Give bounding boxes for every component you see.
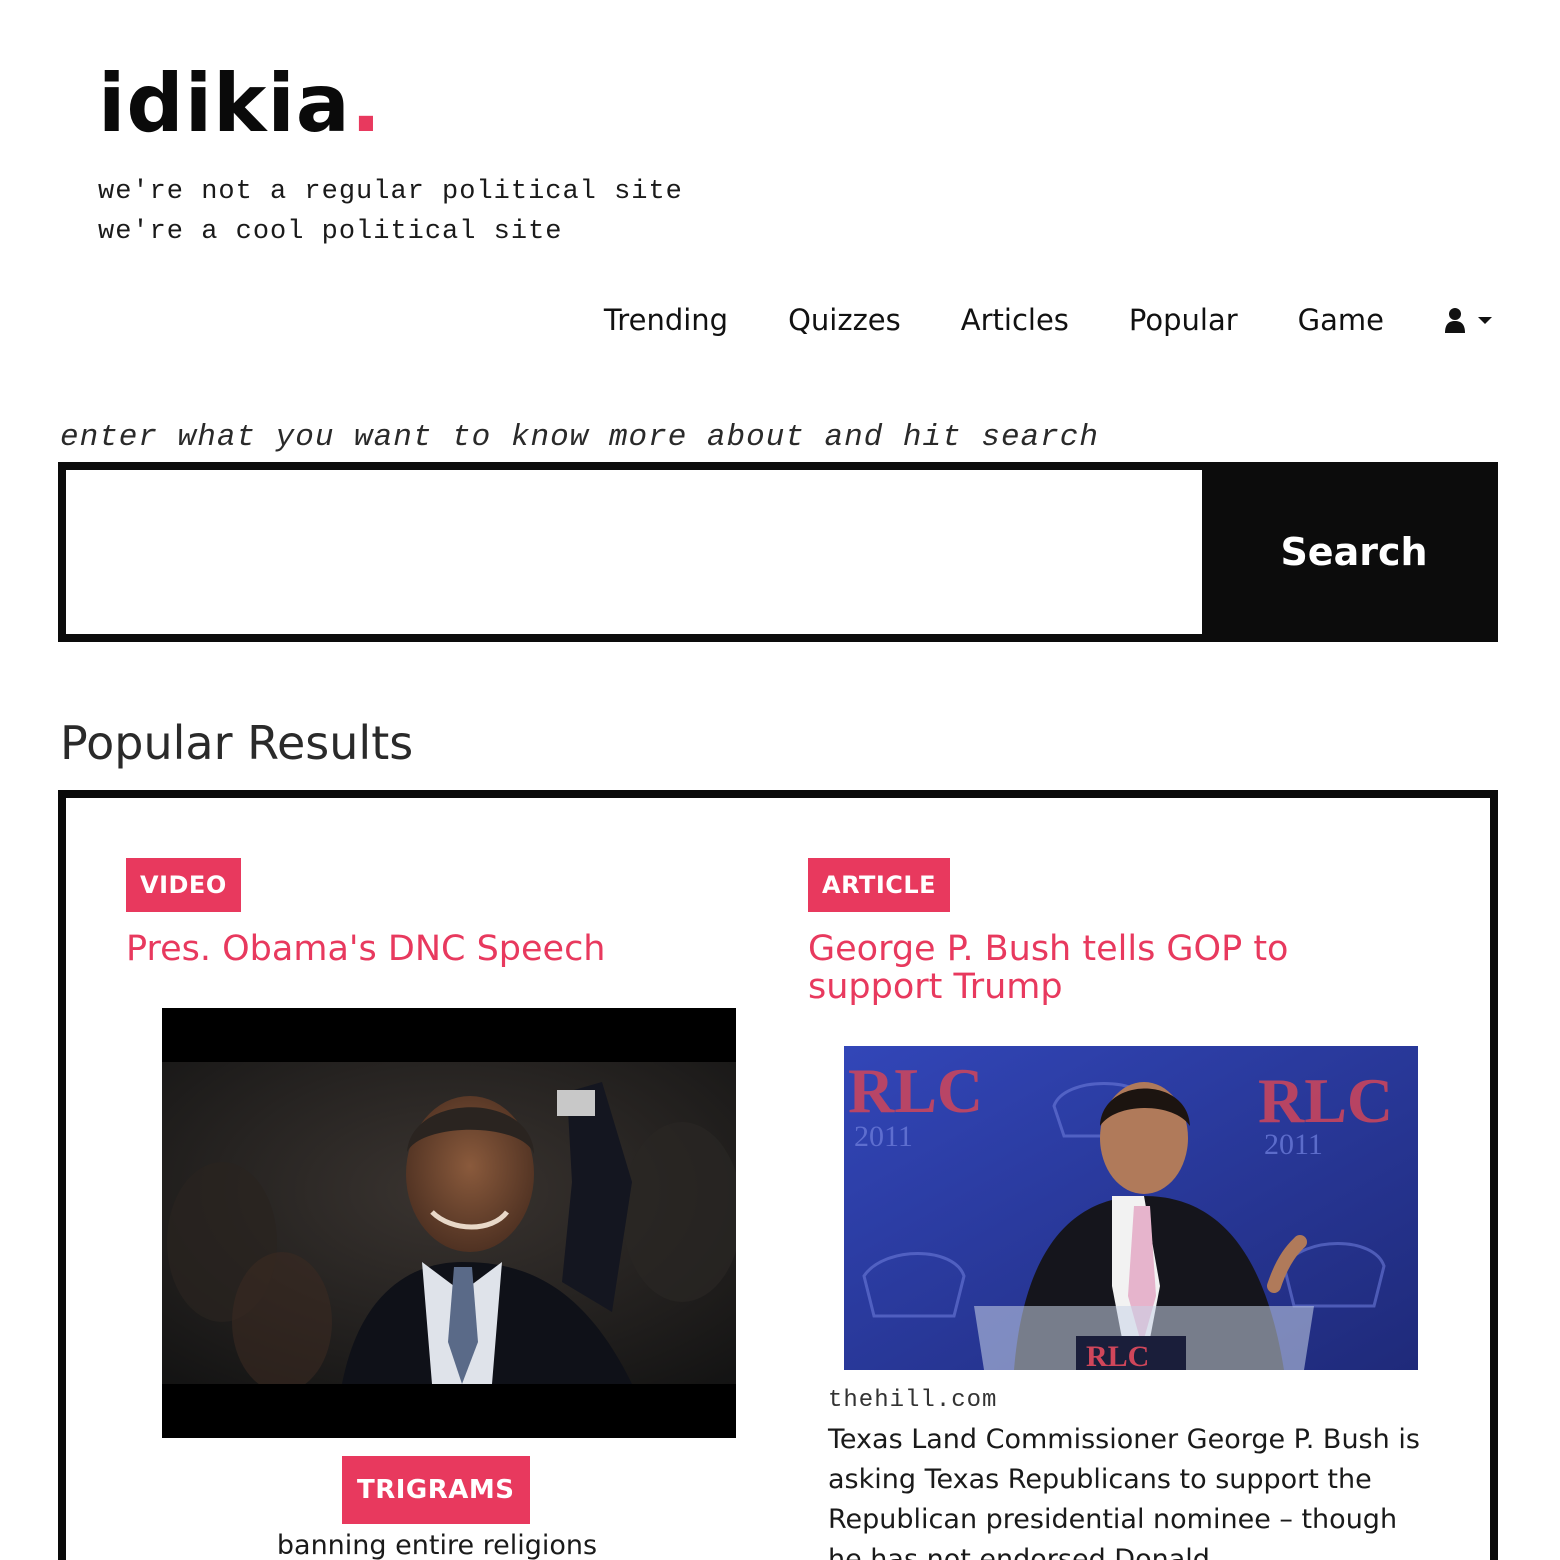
user-icon (1445, 308, 1465, 333)
trigram-badge[interactable]: TRIGRAMS (342, 1456, 530, 1524)
svg-text:RLC: RLC (1086, 1340, 1149, 1370)
user-menu-button[interactable] (1444, 307, 1498, 333)
main-nav: Trending Quizzes Articles Popular Game (544, 296, 1498, 344)
logo-text: idikia (98, 57, 351, 150)
article-photo[interactable]: RLC 2011 RLC 2011 RLC (844, 1046, 1418, 1370)
article-source[interactable]: thehill.com (828, 1386, 997, 1416)
svg-text:2011: 2011 (854, 1120, 913, 1153)
svg-text:RLC: RLC (848, 1055, 983, 1126)
svg-text:2011: 2011 (1264, 1128, 1323, 1161)
nav-item-articles[interactable]: Articles (961, 296, 1069, 344)
article-excerpt: Texas Land Commissioner George P. Bush i… (828, 1424, 1420, 1560)
search-hint: enter what you want to know more about a… (60, 420, 1099, 455)
card-title-link[interactable]: George P. Bush tells GOP to support Trum… (808, 930, 1428, 1006)
site-logo[interactable]: idikia. (98, 56, 382, 152)
card-title-link[interactable]: Pres. Obama's DNC Speech (126, 930, 606, 968)
trigram-text: banning entire religions (276, 1530, 598, 1560)
article-photo-image: RLC 2011 RLC 2011 RLC (844, 1046, 1418, 1370)
nav-item-quizzes[interactable]: Quizzes (788, 296, 901, 344)
tagline-line-1: we're not a regular political site (98, 177, 683, 207)
tagline: we're not a regular political site we're… (98, 172, 683, 252)
nav-item-game[interactable]: Game (1298, 296, 1384, 344)
caret-down-icon (1478, 317, 1492, 324)
section-title: Popular Results (60, 716, 414, 770)
search-form: Search (58, 462, 1498, 642)
results-panel: VIDEO Pres. Obama's DNC Speech TRIGRAMS … (58, 790, 1498, 1560)
card-type-badge: VIDEO (126, 858, 241, 912)
nav-item-trending[interactable]: Trending (604, 296, 728, 344)
card-type-badge: ARTICLE (808, 858, 951, 912)
search-button[interactable]: Search (1224, 476, 1484, 628)
tagline-line-2: we're a cool political site (98, 217, 563, 247)
search-input[interactable] (66, 470, 1202, 634)
video-thumbnail[interactable] (162, 1008, 736, 1438)
nav-item-popular[interactable]: Popular (1129, 296, 1238, 344)
page: idikia. we're not a regular political si… (0, 0, 1560, 1560)
svg-text:RLC: RLC (1258, 1065, 1393, 1136)
logo-dot: . (350, 57, 383, 150)
video-still-image (162, 1062, 736, 1384)
